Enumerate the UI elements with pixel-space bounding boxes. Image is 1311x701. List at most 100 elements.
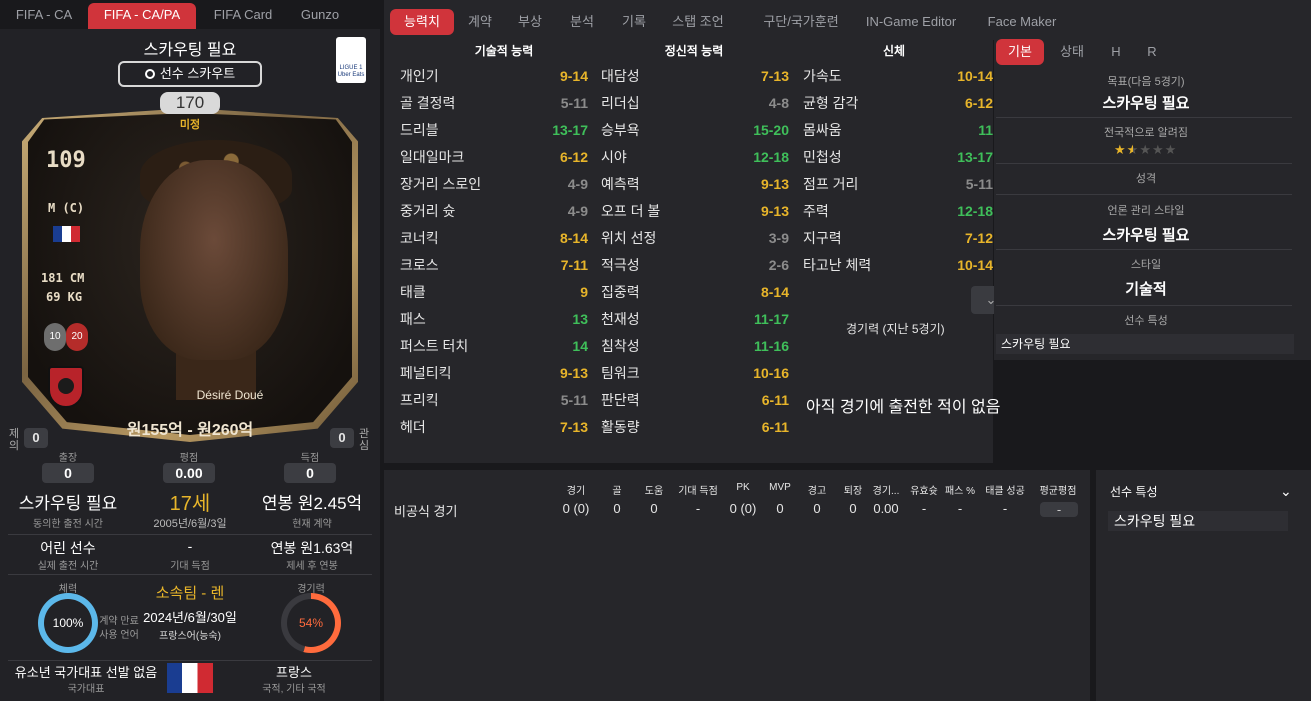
tab-injury[interactable]: 부상 <box>510 9 550 35</box>
attribute-row: 천재성 11-17 <box>601 306 789 333</box>
goals-label: 득점 <box>300 453 320 464</box>
attribute-value: 9-14 <box>559 68 588 84</box>
weak-foot-badge: 20 <box>66 323 88 351</box>
tab-fifa-ca[interactable]: FIFA - CA <box>6 3 82 29</box>
chevron-down-icon[interactable]: ⌄ <box>1280 483 1292 500</box>
attribute-row: 장거리 스로인 4-9 <box>400 171 588 198</box>
match-stat-value: 0 <box>776 501 784 516</box>
media-handling-label: 언론 관리 스타일 <box>1107 205 1185 217</box>
attribute-value: 8-14 <box>559 230 588 246</box>
attribute-value: 15-20 <box>753 122 789 138</box>
player-title: 스카우팅 필요 <box>143 42 237 59</box>
tab-staff-advice[interactable]: 스탭 조언 <box>668 9 728 35</box>
scout-player-button[interactable]: 선수 스카우트 <box>118 61 262 87</box>
divider <box>996 249 1292 250</box>
attribute-name: 균형 감각 <box>803 95 859 111</box>
player-age: 17세 <box>169 493 211 515</box>
card-weight: 69 KG <box>46 290 83 304</box>
attribute-name: 페널티킥 <box>400 365 452 381</box>
match-column-header[interactable]: 평균평점 <box>1030 482 1086 497</box>
tab-contract[interactable]: 계약 <box>460 9 500 35</box>
attribute-name: 개인기 <box>400 68 439 84</box>
attribute-row: 헤더 7-13 <box>400 414 588 441</box>
goals-value: 0 <box>284 463 336 483</box>
technical-header: 기술적 능력 <box>474 44 534 58</box>
attribute-value: 5-11 <box>965 176 993 192</box>
attribute-name: 천재성 <box>601 311 640 327</box>
attribute-row: 중거리 슛 4-9 <box>400 198 588 225</box>
attribute-value: 11 <box>978 122 993 138</box>
attribute-row: 승부욕 15-20 <box>601 117 789 144</box>
club-name[interactable]: 소속팀 - 렌 <box>130 582 250 603</box>
attribute-value: 7-11 <box>560 257 588 273</box>
attribute-value: 2-6 <box>768 257 789 273</box>
match-stat-value: 0 <box>650 501 658 516</box>
tab-training[interactable]: 구단/국가훈련 <box>748 9 854 35</box>
attribute-value: 13-17 <box>957 149 993 165</box>
tab-ingame-editor[interactable]: IN-Game Editor <box>858 9 964 35</box>
language-value: 프랑스어(능숙) <box>159 631 221 642</box>
reputation-label: 전국적으로 알려짐 <box>1103 127 1188 139</box>
attribute-row: 적극성 2-6 <box>601 252 789 279</box>
left-tab-bar: FIFA - CA FIFA - CA/PA FIFA Card Gunzo <box>0 0 380 29</box>
physical-header: 신체 <box>882 44 906 58</box>
star-icon: ★ <box>1164 142 1178 157</box>
search-icon <box>144 69 155 79</box>
attribute-value: 4-9 <box>567 176 588 192</box>
attribute-row: 코너킥 8-14 <box>400 225 588 252</box>
traits-value: 스카우팅 필요 <box>996 334 1294 354</box>
attribute-row: 프리킥 5-11 <box>400 387 588 414</box>
tab-fifa-card[interactable]: FIFA Card <box>202 3 284 29</box>
tab-fifa-ca-pa[interactable]: FIFA - CA/PA <box>88 3 196 29</box>
tab-attributes[interactable]: 능력치 <box>390 9 454 35</box>
attribute-row: 골 결정력 5-11 <box>400 90 588 117</box>
match-column-header[interactable]: 태클 성공 <box>977 482 1033 497</box>
attribute-row: 대담성 7-13 <box>601 63 789 90</box>
attribute-name: 프리킥 <box>400 392 439 408</box>
attribute-value: 13 <box>572 311 588 327</box>
attribute-name: 주력 <box>803 203 829 219</box>
info-tab-h[interactable]: H <box>1104 39 1128 65</box>
offers-count[interactable]: 0 <box>24 428 48 448</box>
france-flag-icon <box>53 226 80 242</box>
divider <box>996 117 1292 118</box>
attribute-row: 예측력 9-13 <box>601 171 789 198</box>
attribute-row: 일대일마크 6-12 <box>400 144 588 171</box>
skill-moves-badge: 10 <box>44 323 66 351</box>
match-stat-value: 0.00 <box>873 501 899 516</box>
match-stat-value: - <box>1002 501 1008 516</box>
attribute-row: 오프 더 볼 9-13 <box>601 198 789 225</box>
attribute-value: 8-14 <box>760 284 789 300</box>
divider <box>996 163 1292 164</box>
attribute-name: 위치 선정 <box>601 230 657 246</box>
expected-goals-label: 기대 득점 <box>170 561 210 572</box>
attribute-value: 7-13 <box>760 68 789 84</box>
tab-history[interactable]: 기록 <box>614 9 654 35</box>
attribute-name: 활동량 <box>601 419 640 435</box>
match-stat-value: - <box>695 501 701 516</box>
traits-panel <box>1096 470 1311 701</box>
contract-expiry-date: 2024년/6월/30일 <box>143 610 237 625</box>
info-tab-basic[interactable]: 기본 <box>996 39 1044 65</box>
offers-label: 제의 <box>8 428 20 452</box>
info-tab-r[interactable]: R <box>1140 39 1164 65</box>
info-tab-status[interactable]: 상태 <box>1052 39 1092 65</box>
tab-face-maker[interactable]: Face Maker <box>980 9 1064 35</box>
tab-gunzo[interactable]: Gunzo <box>290 3 350 29</box>
attribute-value: 12-18 <box>957 203 993 219</box>
personality-label: 성격 <box>1135 173 1157 185</box>
attribute-value: 7-13 <box>559 419 588 435</box>
attribute-value: 13-17 <box>552 122 588 138</box>
attribute-name: 침착성 <box>601 338 640 354</box>
attribute-name: 민첩성 <box>803 149 842 165</box>
tab-analysis[interactable]: 분석 <box>562 9 602 35</box>
star-icon: ★ <box>1114 142 1127 157</box>
net-wage: 연봉 원1.63억 <box>270 540 354 556</box>
attribute-value: 6-11 <box>761 419 789 435</box>
match-row-label: 비공식 경기 <box>394 504 458 519</box>
attribute-value: 6-12 <box>964 95 993 111</box>
france-flag-icon <box>167 663 213 693</box>
interest-count[interactable]: 0 <box>330 428 354 448</box>
attribute-value: 9 <box>580 284 588 300</box>
attribute-name: 몸싸움 <box>803 122 842 138</box>
